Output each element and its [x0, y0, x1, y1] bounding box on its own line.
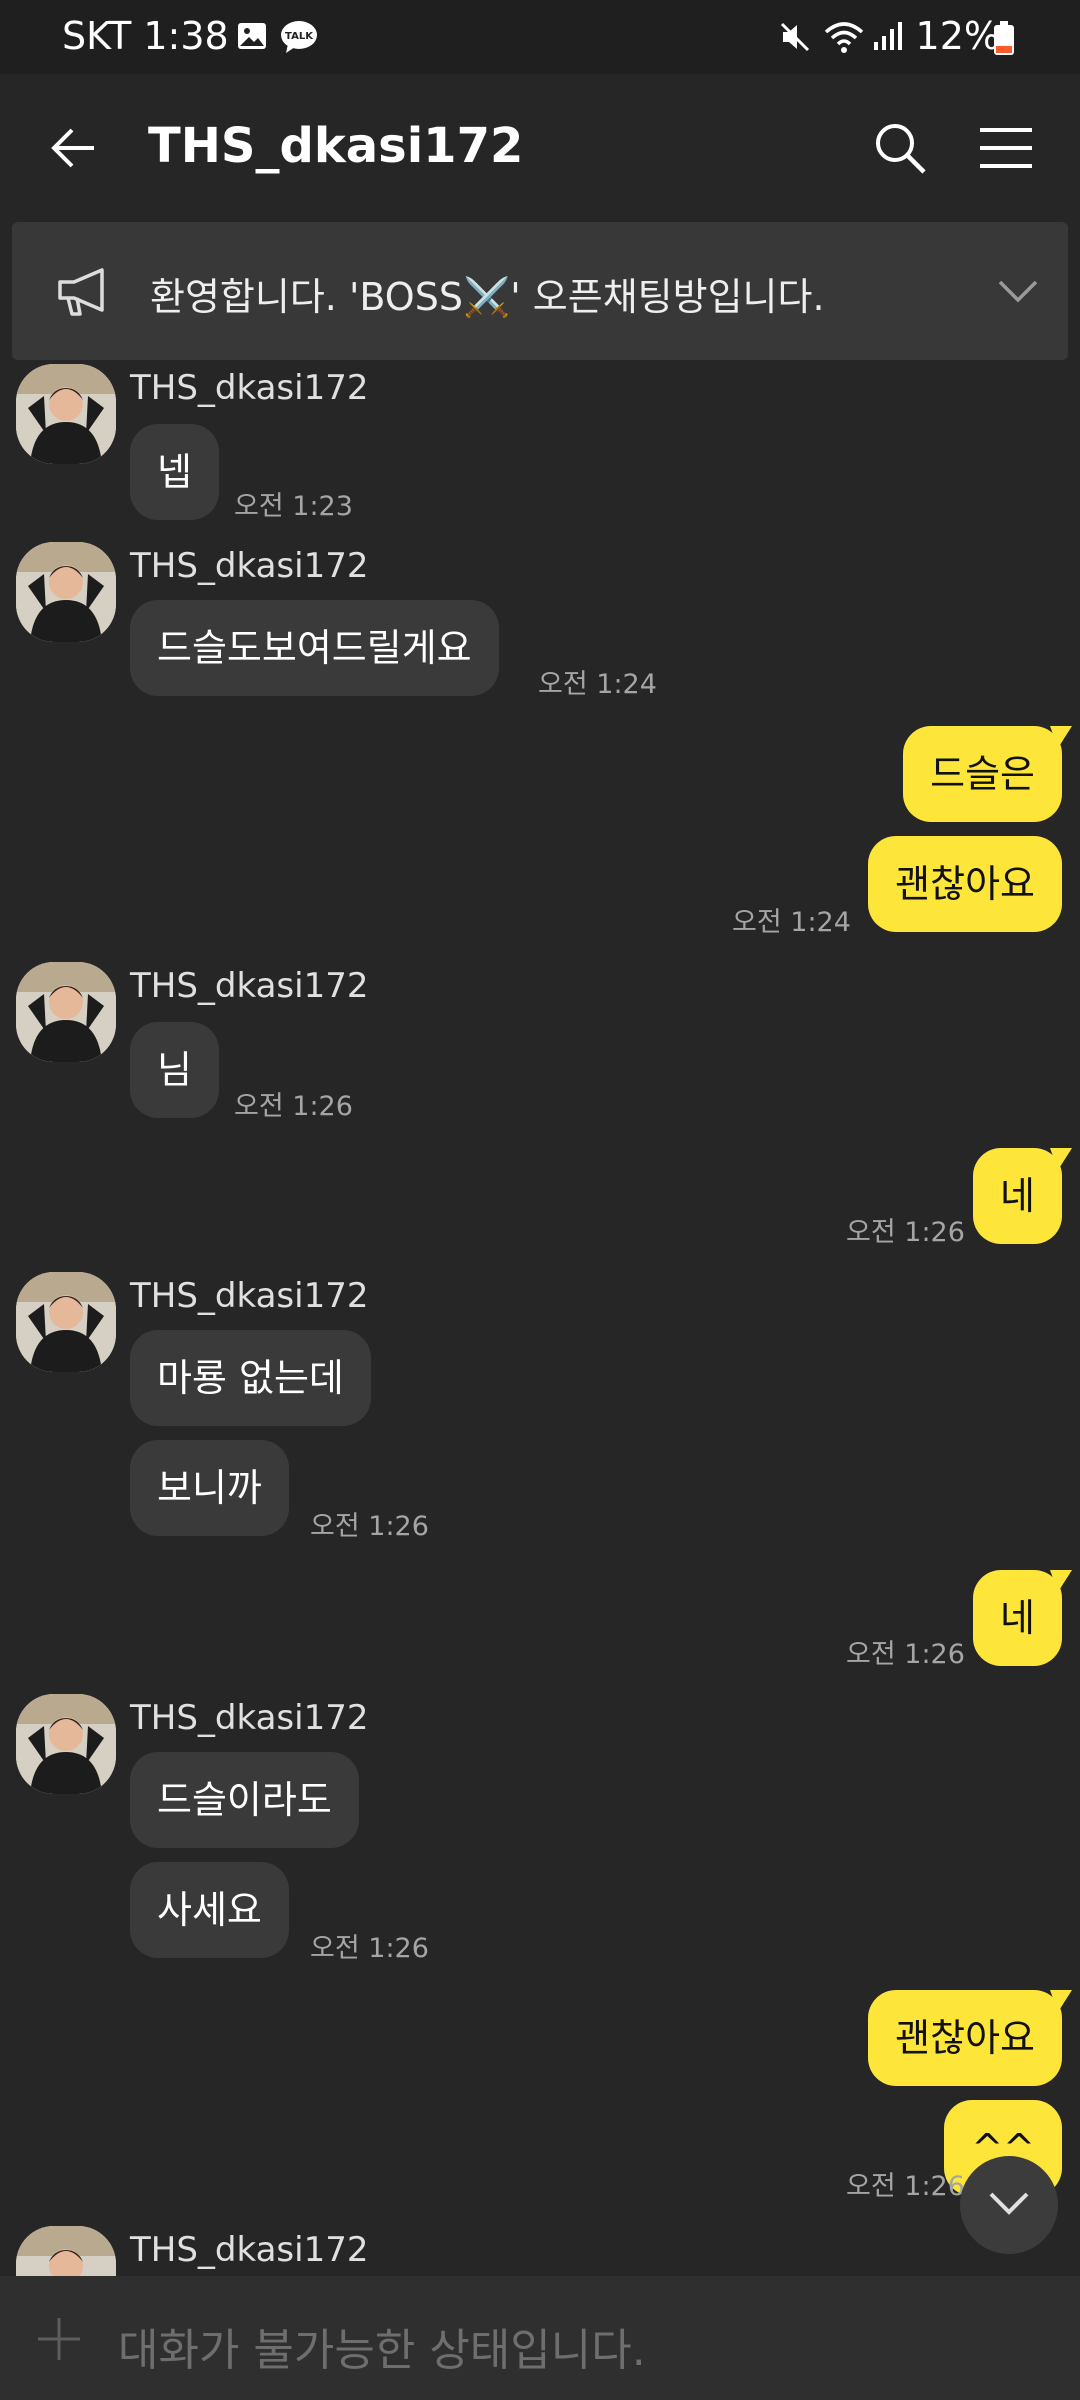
avatar[interactable]	[16, 1694, 116, 1794]
sender-name: THS_dkasi172	[130, 1698, 369, 1738]
message-bubble[interactable]: 네	[973, 1570, 1072, 1666]
avatar[interactable]	[16, 542, 116, 642]
status-time: SKT 1:38	[62, 14, 229, 58]
message-time: 오전 1:26	[846, 1639, 965, 1670]
sender-name: THS_dkasi172	[130, 368, 369, 408]
sender-name: THS_dkasi172	[130, 1276, 369, 1316]
sender-name: THS_dkasi172	[130, 546, 369, 586]
megaphone-icon	[58, 268, 104, 316]
message-text: 네	[1000, 1596, 1035, 1640]
search-icon[interactable]	[872, 120, 928, 176]
wifi-icon	[824, 22, 864, 53]
mute-icon	[780, 22, 810, 52]
status-bar: SKT 1:38 TALK 12%	[0, 0, 1080, 74]
plus-icon[interactable]	[36, 2316, 82, 2362]
message-bubble[interactable]: 드슬이라도	[130, 1752, 359, 1848]
svg-text:TALK: TALK	[285, 31, 314, 42]
message-time: 오전 1:26	[310, 1933, 429, 1964]
chat-header: THS_dkasi172	[0, 74, 1080, 220]
message-time: 오전 1:23	[234, 491, 353, 522]
scroll-to-bottom-button[interactable]	[960, 2156, 1058, 2254]
battery-percent: 12%	[915, 14, 1000, 58]
message-text: 드슬은	[930, 752, 1035, 796]
chevron-down-icon[interactable]	[998, 274, 1038, 310]
sender-name: THS_dkasi172	[130, 2230, 369, 2270]
message-bubble[interactable]: 드슬도보여드릴게요	[130, 600, 499, 696]
avatar[interactable]	[16, 2226, 116, 2276]
message-bubble[interactable]: 넵	[130, 424, 219, 520]
message-time: 오전 1:26	[846, 1217, 965, 1248]
message-bubble[interactable]: 보니까	[130, 1440, 289, 1536]
message-bubble[interactable]: 괜찮아요	[868, 1990, 1072, 2086]
message-time: 오전 1:26	[310, 1511, 429, 1542]
avatar[interactable]	[16, 364, 116, 464]
message-input-bar: 대화가 불가능한 상태입니다.	[0, 2276, 1080, 2400]
notice-banner[interactable]: 환영합니다. 'BOSS⚔️' 오픈채팅방입니다.	[12, 222, 1068, 360]
bubble-tail	[1050, 1148, 1072, 1170]
signal-icon	[874, 22, 902, 50]
sender-name: THS_dkasi172	[130, 966, 369, 1006]
gallery-icon	[238, 23, 266, 49]
message-input: 대화가 불가능한 상태입니다.	[118, 2325, 646, 2376]
message-time: 오전 1:24	[732, 907, 851, 938]
message-bubble[interactable]: 괜찮아요	[868, 836, 1062, 932]
message-time: 오전 1:24	[538, 669, 657, 700]
bubble-tail	[1050, 726, 1072, 748]
bubble-tail	[1050, 1990, 1072, 2012]
message-bubble[interactable]: 님	[130, 1022, 219, 1118]
battery-icon	[994, 21, 1014, 55]
avatar[interactable]	[16, 1272, 116, 1372]
message-bubble[interactable]: 사세요	[130, 1862, 289, 1958]
avatar[interactable]	[16, 962, 116, 1062]
notice-text: 환영합니다. 'BOSS⚔️' 오픈채팅방입니다.	[150, 275, 825, 319]
message-bubble[interactable]: 마룡 없는데	[130, 1330, 371, 1426]
message-text: 네	[1000, 1174, 1035, 1218]
kakaotalk-icon: TALK	[281, 21, 317, 53]
chat-title: THS_dkasi172	[148, 118, 524, 174]
message-text: 괜찮아요	[895, 2016, 1035, 2060]
menu-icon[interactable]	[978, 126, 1034, 170]
bubble-tail	[1050, 1570, 1072, 1592]
message-time: 오전 1:26	[234, 1091, 353, 1122]
back-arrow-icon[interactable]	[48, 122, 100, 174]
message-bubble[interactable]: 네	[973, 1148, 1072, 1244]
message-time: 오전 1:26	[846, 2171, 965, 2202]
chevron-down-icon	[989, 2192, 1029, 2215]
message-bubble[interactable]: 드슬은	[903, 726, 1072, 822]
